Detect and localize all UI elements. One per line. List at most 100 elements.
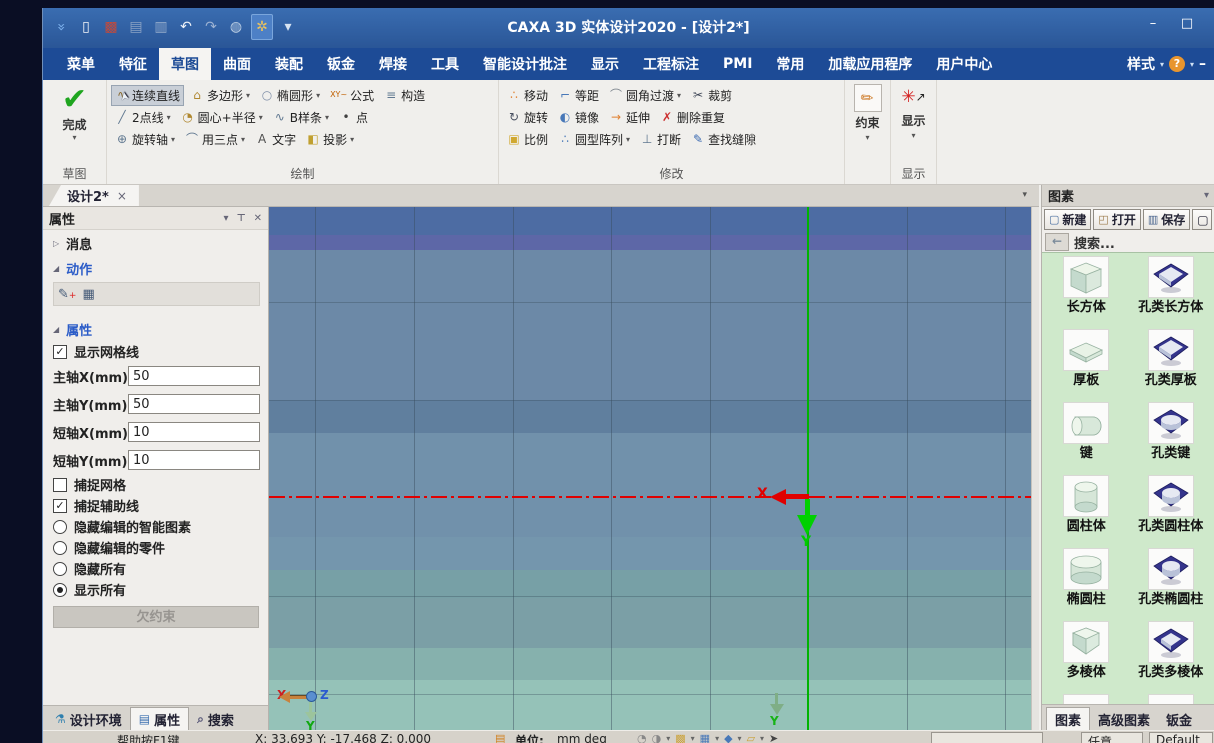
checkbox[interactable] (53, 478, 67, 492)
dropdown-icon[interactable]: ▾ (738, 734, 742, 743)
document-tab[interactable]: 设计2* × (49, 185, 139, 206)
dropdown-icon[interactable]: ▾ (760, 734, 764, 743)
minimize-button[interactable]: – (1142, 16, 1164, 34)
render-mode-icon[interactable]: ▩ (675, 732, 685, 743)
three-point-dropdown-icon[interactable]: ▾ (241, 135, 245, 144)
display-button[interactable]: 显示 (901, 112, 925, 129)
two-point-line-dropdown-icon[interactable]: ▾ (167, 113, 171, 122)
menu-tab-工程标注[interactable]: 工程标注 (631, 48, 711, 80)
menu-tab-加载应用程序[interactable]: 加载应用程序 (816, 48, 924, 80)
field-input-1[interactable] (128, 394, 260, 414)
help-dropdown-icon[interactable]: ▾ (1190, 60, 1194, 69)
view-rotate-icon[interactable]: ◔ (637, 732, 647, 743)
menu-tab-草图[interactable]: 草图 (159, 48, 211, 80)
scale-button[interactable]: ▣比例 (504, 130, 551, 149)
canvas-scrollbar[interactable] (1031, 207, 1039, 730)
show-gridlines-checkbox[interactable]: ✓ (53, 345, 67, 359)
checkbox-row[interactable]: ✓捕捉辅助线 (43, 495, 268, 516)
menu-tab-显示[interactable]: 显示 (579, 48, 631, 80)
open-catalog-button[interactable]: ◰打开 (1093, 209, 1140, 230)
maximize-button[interactable]: □ (1176, 16, 1198, 34)
menu-tab-菜单[interactable]: 菜单 (55, 48, 107, 80)
radio-button[interactable] (53, 541, 67, 555)
radio-row[interactable]: 隐藏编辑的智能图素 (43, 516, 268, 537)
catalog-tab-高级图素[interactable]: 高级图素 (1090, 708, 1158, 730)
break-button[interactable]: ⊥打断 (637, 130, 684, 149)
bspline-dropdown-icon[interactable]: ▾ (325, 113, 329, 122)
project-button[interactable]: ◧投影▾ (303, 130, 357, 149)
constraint-button[interactable]: 约束 (855, 114, 879, 131)
catalog-item-clipped[interactable] (1129, 694, 1214, 704)
three-point-button[interactable]: ⌒用三点▾ (182, 130, 248, 149)
rotation-axis-dropdown-icon[interactable]: ▾ (171, 135, 175, 144)
config-box[interactable]: Default (1149, 732, 1213, 743)
ellipse-dropdown-icon[interactable]: ▾ (316, 91, 320, 100)
menu-tab-焊接[interactable]: 焊接 (367, 48, 419, 80)
dropdown-icon[interactable]: ▾ (666, 734, 670, 743)
menu-tab-智能设计批注[interactable]: 智能设计批注 (471, 48, 579, 80)
view-style-icon[interactable]: ◆ (724, 732, 732, 743)
circular-pattern-dropdown-icon[interactable]: ▾ (626, 135, 630, 144)
grid-table-icon[interactable]: ▦ (82, 287, 94, 302)
radio-row[interactable]: 隐藏编辑的零件 (43, 537, 268, 558)
catalog-item-hole-ellipse-cylinder[interactable]: 孔类椭圆柱 (1129, 548, 1214, 621)
catalog-item-cylinder[interactable]: 圆柱体 (1044, 475, 1129, 548)
offset-button[interactable]: ⌐等距 (555, 86, 602, 105)
catalog-item-slab[interactable]: 厚板 (1044, 329, 1129, 402)
under-constrained-button[interactable]: 欠约束 (53, 606, 259, 628)
two-point-line-button[interactable]: ╱2点线▾ (112, 108, 174, 127)
center-radius-dropdown-icon[interactable]: ▾ (259, 113, 263, 122)
catalog-item-hole-key[interactable]: 孔类键 (1129, 402, 1214, 475)
catalog-item-key[interactable]: 键 (1044, 402, 1129, 475)
catalog-item-cuboid[interactable]: 长方体 (1044, 256, 1129, 329)
selection-filter-box[interactable]: 任意 (1081, 732, 1143, 743)
polyline-button[interactable]: ∿连续直线➤ (112, 86, 183, 105)
catalog-item-prism[interactable]: 多棱体 (1044, 621, 1129, 694)
dropdown-icon[interactable]: ▾ (691, 734, 695, 743)
fillet-button[interactable]: ⌒圆角过渡▾ (606, 86, 684, 105)
doc-minimize-button[interactable]: – (1199, 56, 1206, 72)
projection-icon[interactable]: ▱ (747, 732, 755, 743)
menu-tab-曲面[interactable]: 曲面 (211, 48, 263, 80)
radio-row[interactable]: 隐藏所有 (43, 558, 268, 579)
dropdown-icon[interactable]: ▾ (715, 734, 719, 743)
radio-button[interactable] (53, 520, 67, 534)
find-gap-button[interactable]: ✎查找缝隙 (688, 130, 759, 149)
formula-button[interactable]: XY~公式 (327, 86, 377, 105)
remove-duplicate-button[interactable]: ✗删除重复 (657, 108, 728, 127)
panel-dropdown-icon[interactable]: ▾ (223, 213, 228, 224)
style-menu[interactable]: 样式 (1127, 54, 1155, 74)
action-section[interactable]: ◢ 动作 (43, 255, 268, 280)
catalog-dropdown-icon[interactable]: ▾ (1204, 190, 1209, 201)
catalog-search-label[interactable]: 搜索... (1074, 233, 1115, 252)
text-button[interactable]: A文字 (252, 130, 299, 149)
catalog-item-hole-cuboid[interactable]: 孔类长方体 (1129, 256, 1214, 329)
pointer-icon[interactable]: ➤ (769, 732, 778, 743)
bspline-button[interactable]: ∿B样条▾ (270, 108, 332, 127)
finish-button[interactable]: 完成 (62, 116, 86, 133)
rotation-axis-button[interactable]: ⊕旋转轴▾ (112, 130, 178, 149)
center-radius-button[interactable]: ◔圆心+半径▾ (178, 108, 266, 127)
field-input-2[interactable] (128, 422, 260, 442)
point-button[interactable]: •点 (336, 108, 371, 127)
rotate-button[interactable]: ↻旋转 (504, 108, 551, 127)
circular-pattern-button[interactable]: ∴圆型阵列▾ (555, 130, 633, 149)
view-shade-icon[interactable]: ◑ (652, 732, 662, 743)
menu-tab-常用[interactable]: 常用 (764, 48, 816, 80)
catalog-item-hole-slab[interactable]: 孔类厚板 (1129, 329, 1214, 402)
menu-tab-用户中心[interactable]: 用户中心 (924, 48, 1004, 80)
props-section[interactable]: ◢ 属性 (43, 316, 268, 341)
polygon-dropdown-icon[interactable]: ▾ (246, 91, 250, 100)
message-section[interactable]: ▷ 消息 (43, 230, 268, 255)
catalog-item-hole-prism[interactable]: 孔类多棱体 (1129, 621, 1214, 694)
new-catalog-button[interactable]: ▢新建 (1044, 209, 1091, 230)
status-empty-box[interactable] (931, 732, 1043, 743)
sketch-canvas[interactable]: X Y Y X Z Y (269, 207, 1031, 730)
display-mode-icon[interactable]: ▦ (700, 732, 710, 743)
field-input-0[interactable] (128, 366, 260, 386)
save-catalog-button[interactable]: ▥保存 (1143, 209, 1190, 230)
trim-button[interactable]: ✂裁剪 (688, 86, 735, 105)
show-gridlines-row[interactable]: ✓ 显示网格线 (43, 341, 268, 362)
clipped-button[interactable]: ▢ (1192, 209, 1212, 230)
fillet-dropdown-icon[interactable]: ▾ (677, 91, 681, 100)
